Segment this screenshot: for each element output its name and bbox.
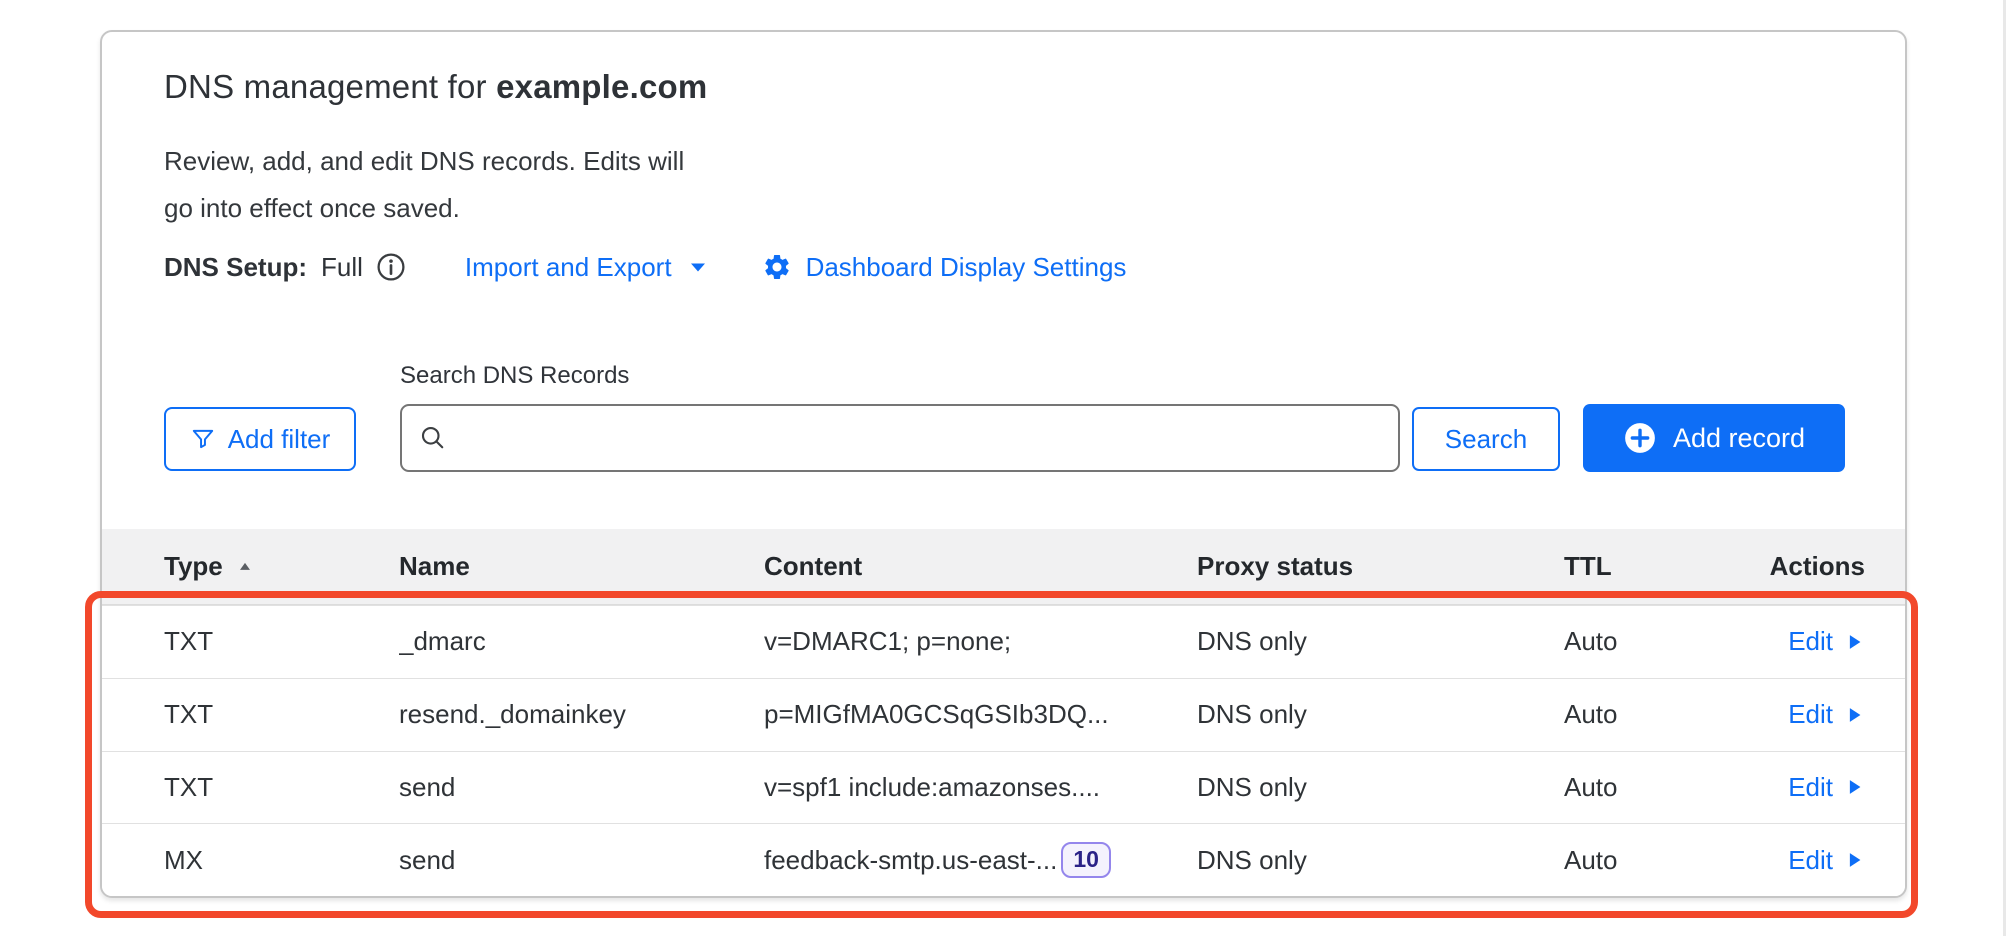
info-circle-icon[interactable] <box>375 251 407 283</box>
column-header-proxy-status[interactable]: Proxy status <box>1197 551 1564 582</box>
cell-name: send <box>399 772 764 803</box>
cell-ttl: Auto <box>1564 626 1764 657</box>
column-header-content[interactable]: Content <box>764 551 1197 582</box>
column-header-actions-label: Actions <box>1770 551 1865 582</box>
column-header-ttl-label: TTL <box>1564 551 1612 582</box>
cell-proxy-status: DNS only <box>1197 626 1564 657</box>
edit-record-button[interactable]: Edit <box>1788 626 1865 657</box>
cell-proxy-status: DNS only <box>1197 772 1564 803</box>
dns-setup-row: DNS Setup: Full Import and Export Dashbo… <box>164 247 1126 287</box>
column-header-proxy-label: Proxy status <box>1197 551 1353 582</box>
chevron-down-icon <box>686 255 710 279</box>
column-header-ttl[interactable]: TTL <box>1564 551 1764 582</box>
content-text: v=spf1 include:amazonses.... <box>764 772 1100 803</box>
edit-record-button[interactable]: Edit <box>1788 699 1865 730</box>
cell-name: send <box>399 845 764 876</box>
add-record-label: Add record <box>1673 423 1805 454</box>
table-row-spf: TXT send v=spf1 include:amazonses.... DN… <box>102 751 1905 824</box>
import-export-link[interactable]: Import and Export <box>465 252 710 283</box>
page-description-line2: go into effect once saved. <box>164 185 684 232</box>
cell-type: TXT <box>164 626 399 657</box>
edit-label: Edit <box>1788 845 1833 876</box>
content-text: v=DMARC1; p=none; <box>764 626 1011 657</box>
dashboard-display-settings-link[interactable]: Dashboard Display Settings <box>762 252 1127 283</box>
cell-content: v=DMARC1; p=none; <box>764 626 1197 657</box>
table-row-dmarc: TXT _dmarc v=DMARC1; p=none; DNS only Au… <box>102 605 1905 678</box>
edit-label: Edit <box>1788 699 1833 730</box>
cell-ttl: Auto <box>1564 699 1764 730</box>
dashboard-display-settings-label: Dashboard Display Settings <box>806 252 1127 283</box>
chevron-right-icon <box>1843 776 1865 798</box>
page-title: DNS management for example.com <box>164 68 707 106</box>
cell-proxy-status: DNS only <box>1197 699 1564 730</box>
dns-setup-value: Full <box>321 252 363 283</box>
dns-records-table: Type Name Content Proxy status TTL Actio… <box>102 529 1905 896</box>
content-text: feedback-smtp.us-east-... <box>764 845 1057 876</box>
edit-record-button[interactable]: Edit <box>1788 845 1865 876</box>
sort-ascending-icon <box>235 557 255 577</box>
content-text: p=MIGfMA0GCSqGSIb3DQ... <box>764 699 1109 730</box>
column-header-type[interactable]: Type <box>164 551 399 582</box>
toolbar: Add filter Search Add record <box>102 404 1905 474</box>
column-header-name[interactable]: Name <box>399 551 764 582</box>
page-title-domain: example.com <box>496 68 707 105</box>
cell-content: feedback-smtp.us-east-... 10 <box>764 842 1197 878</box>
search-button[interactable]: Search <box>1412 407 1560 471</box>
column-header-content-label: Content <box>764 551 862 582</box>
search-dns-records-label: Search DNS Records <box>400 362 629 390</box>
table-row-domainkey: TXT resend._domainkey p=MIGfMA0GCSqGSIb3… <box>102 678 1905 751</box>
page-description-line1: Review, add, and edit DNS records. Edits… <box>164 138 684 185</box>
search-input[interactable] <box>400 404 1400 472</box>
chevron-right-icon <box>1843 631 1865 653</box>
cell-type: TXT <box>164 772 399 803</box>
cell-name: resend._domainkey <box>399 699 764 730</box>
plus-circle-icon <box>1623 421 1657 455</box>
column-header-actions: Actions <box>1770 551 1865 582</box>
cell-content: p=MIGfMA0GCSqGSIb3DQ... <box>764 699 1197 730</box>
search-button-label: Search <box>1445 424 1527 455</box>
cell-ttl: Auto <box>1564 845 1764 876</box>
scrollbar-track[interactable] <box>2003 0 2006 936</box>
chevron-right-icon <box>1843 704 1865 726</box>
cell-content: v=spf1 include:amazonses.... <box>764 772 1197 803</box>
dns-management-card: DNS management for example.com Review, a… <box>100 30 1907 898</box>
gear-icon <box>762 252 792 282</box>
edit-label: Edit <box>1788 626 1833 657</box>
cell-type: MX <box>164 845 399 876</box>
chevron-right-icon <box>1843 849 1865 871</box>
page-title-prefix: DNS management for <box>164 68 496 105</box>
mx-priority-badge: 10 <box>1061 842 1111 878</box>
table-row-mx: MX send feedback-smtp.us-east-... 10 DNS… <box>102 823 1905 896</box>
add-filter-label: Add filter <box>228 424 331 455</box>
add-record-button[interactable]: Add record <box>1583 404 1845 472</box>
import-export-label: Import and Export <box>465 252 672 283</box>
cell-name: _dmarc <box>399 626 764 657</box>
column-header-name-label: Name <box>399 551 470 582</box>
edit-record-button[interactable]: Edit <box>1788 772 1865 803</box>
add-filter-button[interactable]: Add filter <box>164 407 356 471</box>
cell-ttl: Auto <box>1564 772 1764 803</box>
cell-type: TXT <box>164 699 399 730</box>
table-header-row: Type Name Content Proxy status TTL Actio… <box>102 529 1905 605</box>
page-description: Review, add, and edit DNS records. Edits… <box>164 138 684 232</box>
edit-label: Edit <box>1788 772 1833 803</box>
dns-setup-label: DNS Setup: <box>164 252 307 283</box>
search-field-wrap <box>400 404 1400 472</box>
cell-proxy-status: DNS only <box>1197 845 1564 876</box>
filter-funnel-icon <box>190 426 216 452</box>
column-header-type-label: Type <box>164 551 223 582</box>
